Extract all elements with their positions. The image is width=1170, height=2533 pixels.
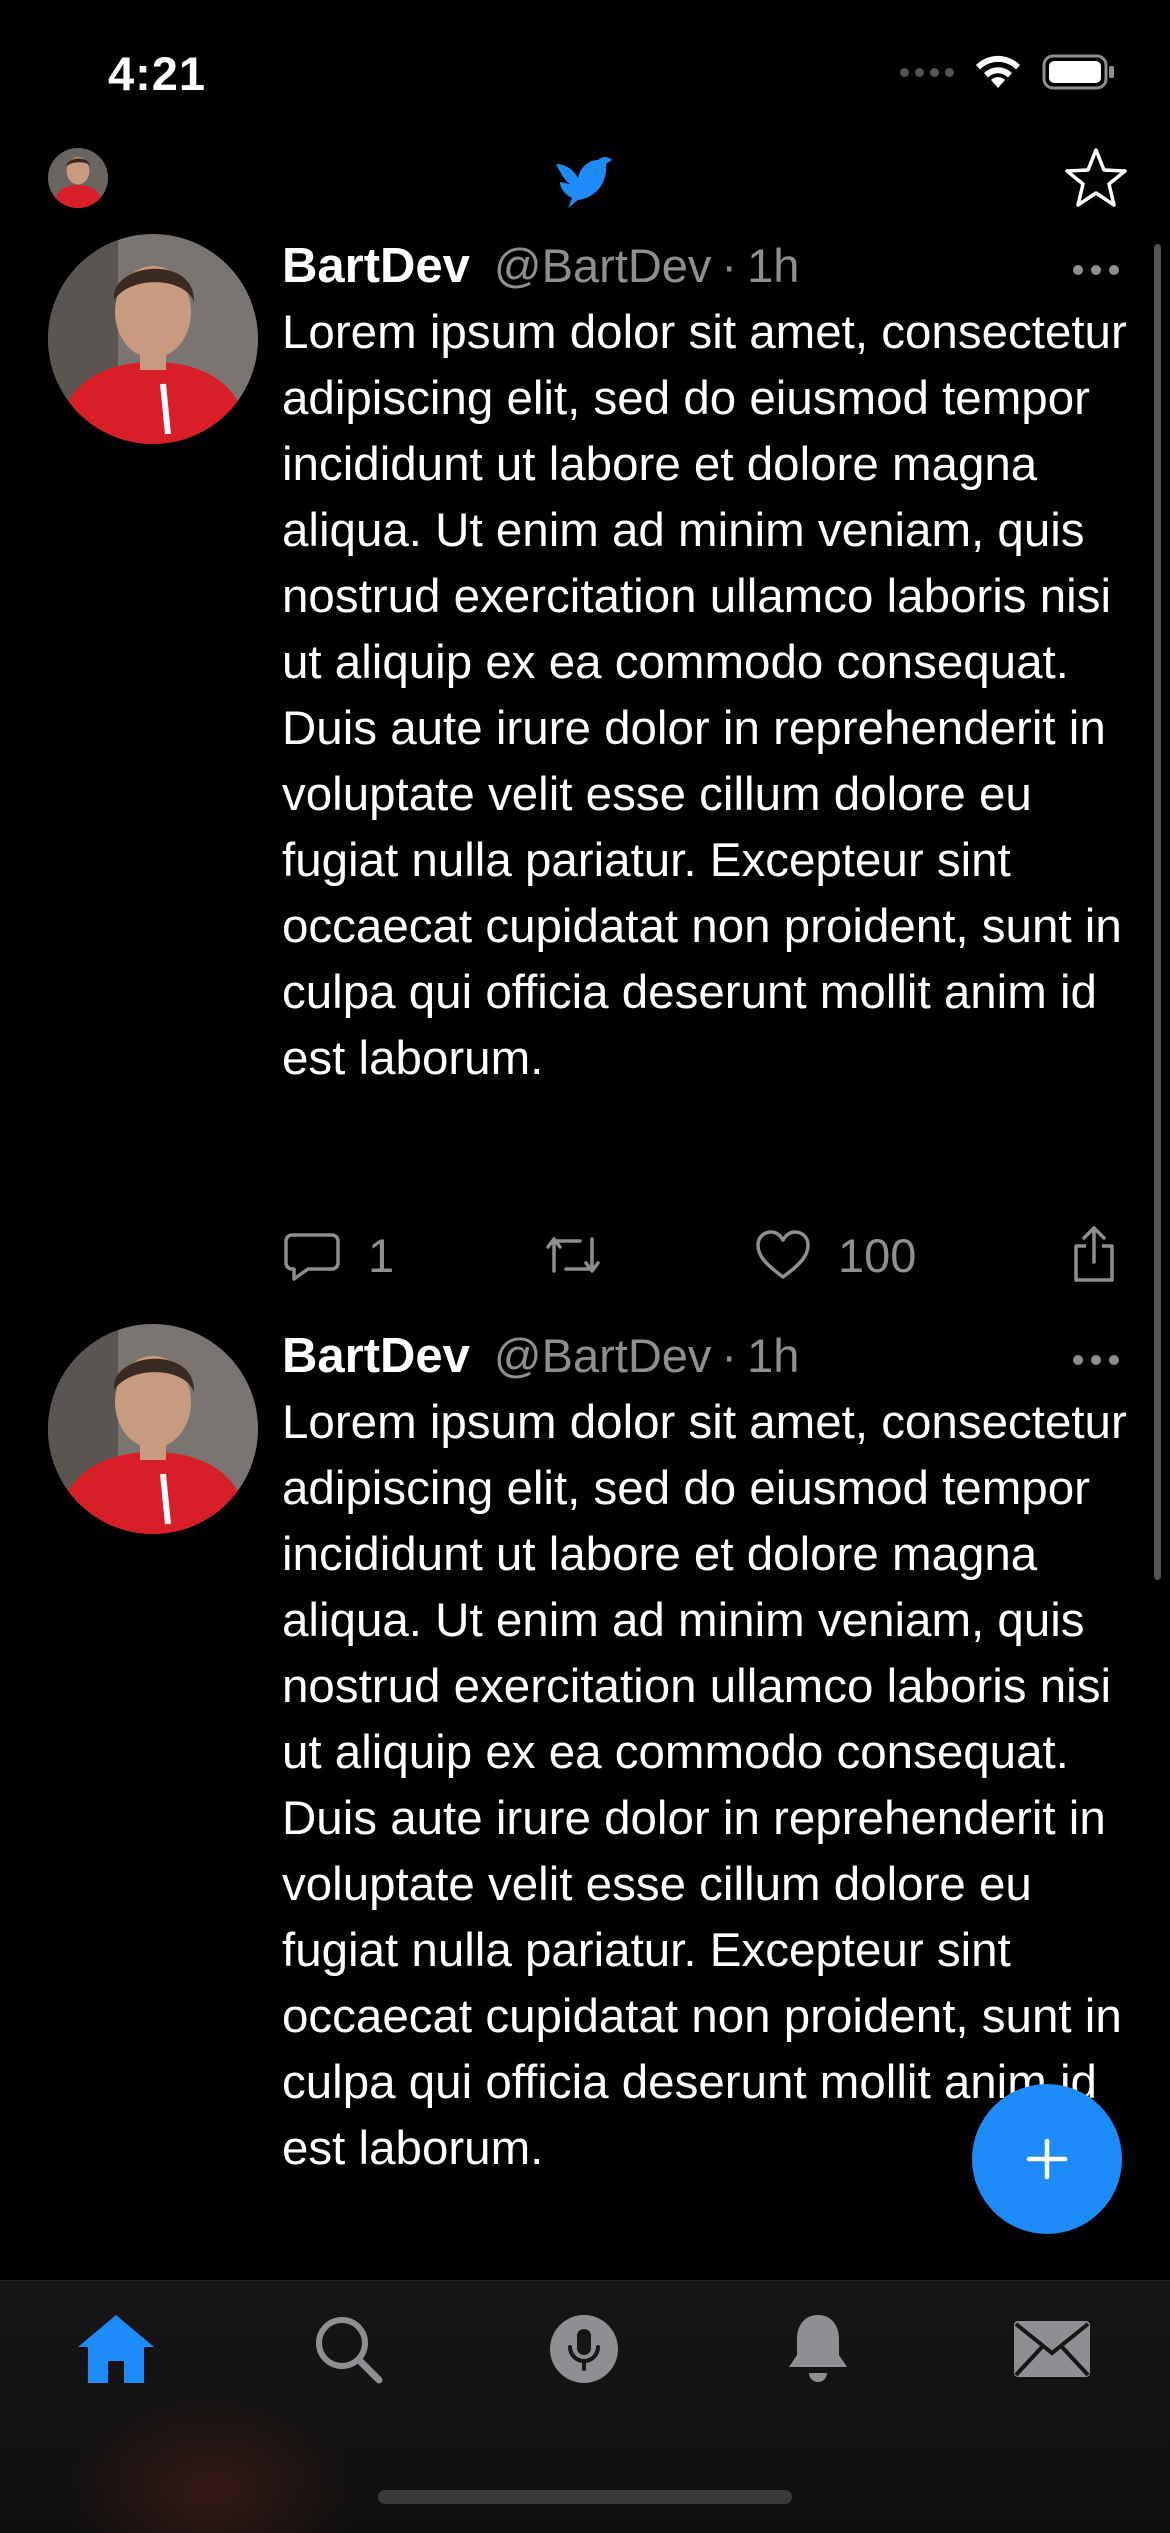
profile-avatar[interactable] bbox=[48, 148, 108, 208]
like-count: 100 bbox=[838, 1228, 917, 1282]
tweet-header: BartDev @BartDev · 1h bbox=[282, 238, 799, 298]
share-button[interactable] bbox=[1068, 1220, 1120, 1290]
home-indicator bbox=[378, 2490, 792, 2504]
like-button[interactable]: 100 bbox=[754, 1220, 916, 1290]
status-icons bbox=[900, 52, 1116, 92]
scrollbar[interactable] bbox=[1154, 244, 1161, 1580]
tweet-separator: · bbox=[721, 1329, 738, 1382]
more-options-icon[interactable] bbox=[1070, 1350, 1122, 1370]
tweet-author-handle: @BartDev bbox=[493, 239, 712, 292]
tab-bar-glow bbox=[60, 2391, 360, 2533]
compose-tweet-button[interactable] bbox=[972, 2084, 1122, 2234]
more-options-icon[interactable] bbox=[1070, 260, 1122, 280]
status-time: 4:21 bbox=[108, 47, 207, 100]
search-icon bbox=[316, 2317, 383, 2384]
tab-spaces[interactable] bbox=[542, 2307, 626, 2391]
tweet-timestamp: 1h bbox=[747, 1329, 800, 1382]
bell-icon bbox=[789, 2315, 847, 2382]
tweet-author-name[interactable]: BartDev bbox=[282, 238, 470, 294]
mail-icon bbox=[1014, 2321, 1090, 2377]
tweet-actions: 1 100 bbox=[282, 1220, 1122, 1290]
reply-icon bbox=[284, 1233, 340, 1281]
tab-notifications[interactable] bbox=[776, 2307, 860, 2391]
tweet-timestamp: 1h bbox=[747, 239, 800, 292]
wifi-icon bbox=[976, 55, 1020, 88]
star-icon[interactable] bbox=[1062, 144, 1130, 212]
retweet-icon bbox=[546, 1237, 600, 1273]
plus-icon bbox=[1026, 2138, 1068, 2180]
top-nav bbox=[0, 140, 1170, 220]
tab-messages[interactable] bbox=[1010, 2307, 1094, 2391]
reply-count: 1 bbox=[368, 1228, 395, 1282]
tweet-separator: · bbox=[721, 239, 738, 292]
spaces-mic-icon bbox=[550, 2315, 618, 2383]
bird-logo-icon bbox=[556, 157, 612, 208]
tweet-author-handle: @BartDev bbox=[493, 1329, 712, 1382]
reply-button[interactable]: 1 bbox=[282, 1220, 394, 1290]
home-icon bbox=[78, 2315, 154, 2383]
tab-home[interactable] bbox=[74, 2307, 158, 2391]
retweet-button[interactable] bbox=[540, 1220, 606, 1290]
heart-icon bbox=[756, 1230, 810, 1279]
tweet-author-name[interactable]: BartDev bbox=[282, 1328, 470, 1384]
tweet-text: Lorem ipsum dolor sit amet, consectetur … bbox=[282, 1396, 1127, 2175]
tweet[interactable]: BartDev @BartDev · 1h Lorem ipsum dolor … bbox=[0, 234, 1170, 1294]
tweet-avatar[interactable] bbox=[48, 1324, 258, 1534]
tweet-text: Lorem ipsum dolor sit amet, consectetur … bbox=[282, 306, 1127, 1085]
tweet-header: BartDev @BartDev · 1h bbox=[282, 1328, 799, 1388]
status-bar: 4:21 bbox=[0, 0, 1170, 140]
cellular-icon bbox=[900, 67, 954, 77]
battery-icon bbox=[1042, 54, 1114, 90]
share-icon bbox=[1074, 1226, 1114, 1282]
tweet-avatar[interactable] bbox=[48, 234, 258, 444]
tab-search[interactable] bbox=[306, 2307, 390, 2391]
